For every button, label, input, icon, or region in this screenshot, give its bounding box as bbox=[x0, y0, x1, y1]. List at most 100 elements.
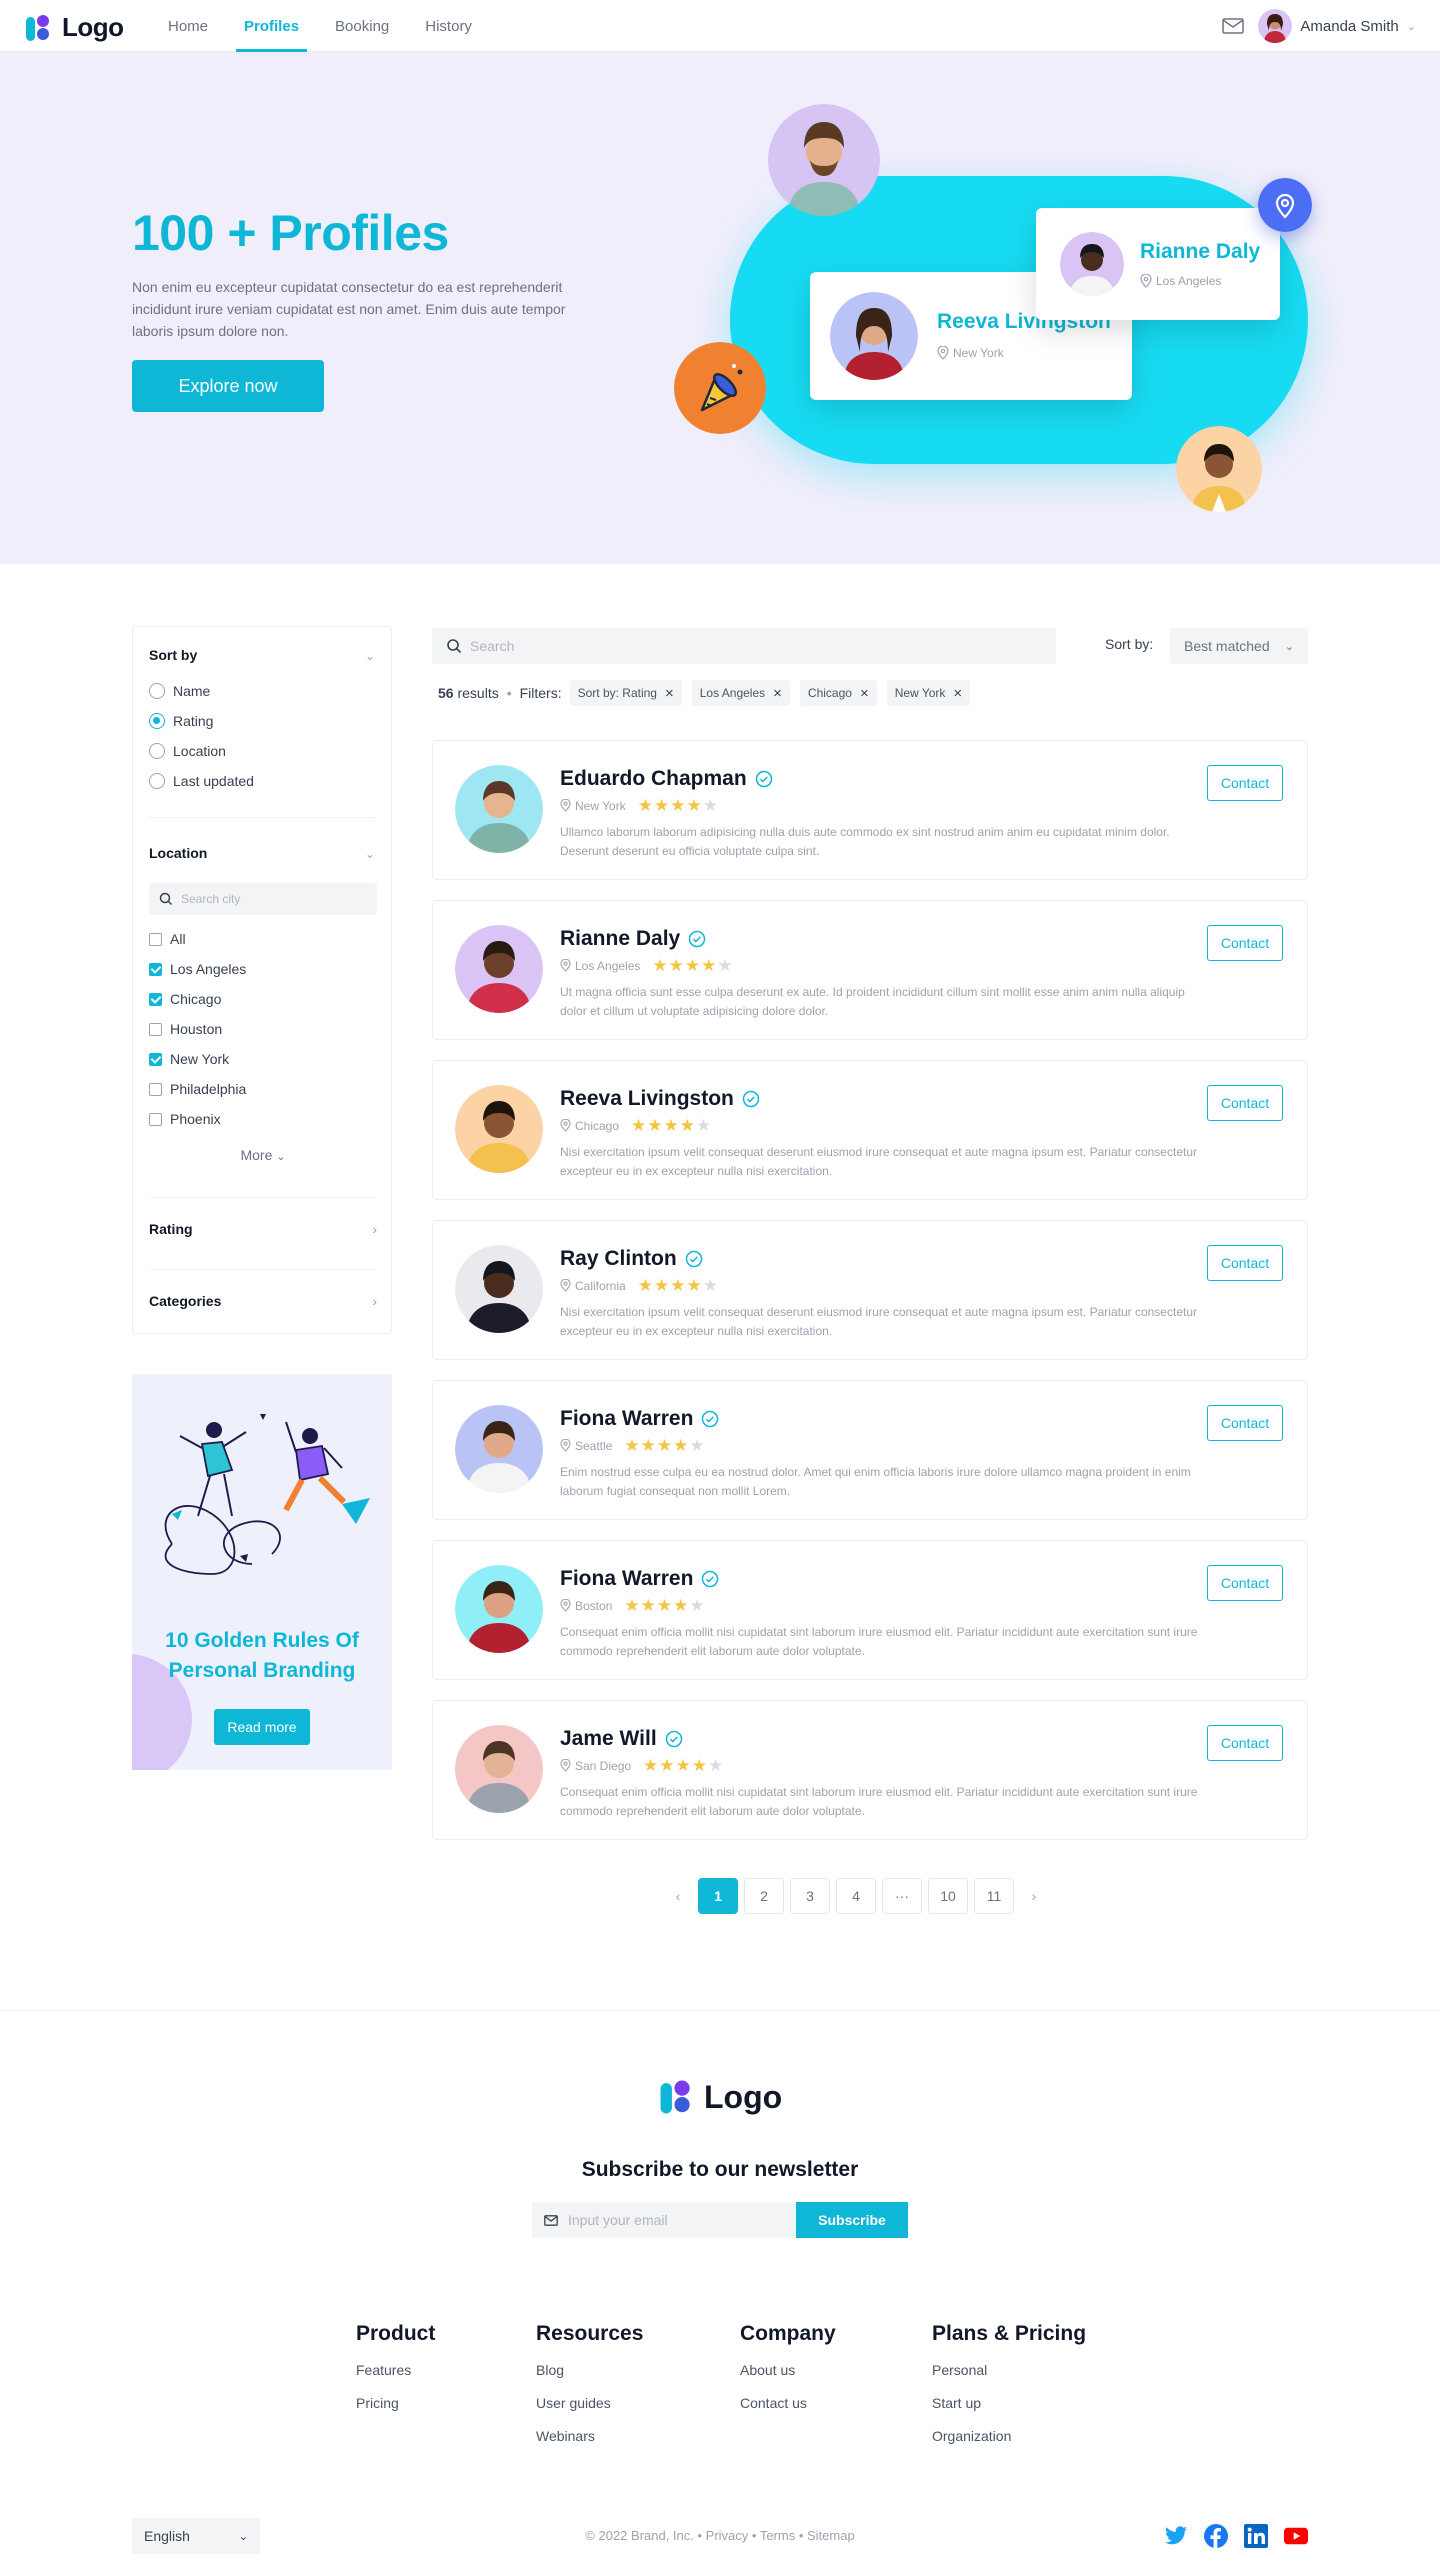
city-option[interactable]: New York bbox=[149, 1051, 229, 1067]
city-option[interactable]: Philadelphia bbox=[149, 1081, 246, 1097]
city-search-input[interactable]: Search city bbox=[149, 883, 377, 915]
checkbox[interactable] bbox=[149, 962, 162, 976]
contact-button[interactable]: Contact bbox=[1207, 765, 1283, 801]
checkbox[interactable] bbox=[149, 992, 162, 1006]
hero-card-name: Rianne Daly bbox=[1140, 240, 1261, 263]
nav-home[interactable]: Home bbox=[160, 0, 216, 52]
profile-card[interactable]: Reeva Livingston Chicago ★ ★ ★ ★ ★ Nisi exercit… bbox=[432, 1060, 1308, 1200]
profile-name[interactable]: Fiona Warren bbox=[560, 1567, 693, 1591]
star-icon: ★ bbox=[668, 956, 684, 975]
page-button[interactable]: 1 bbox=[698, 1878, 738, 1914]
footer-link[interactable]: Contact us bbox=[740, 2395, 836, 2411]
city-option[interactable]: Chicago bbox=[149, 991, 221, 1007]
profile-name[interactable]: Jame Will bbox=[560, 1727, 657, 1751]
categories-section-toggle[interactable]: Categories › bbox=[133, 1293, 393, 1317]
page-button[interactable]: 11 bbox=[974, 1878, 1014, 1914]
radio-button[interactable] bbox=[149, 743, 165, 759]
contact-button[interactable]: Contact bbox=[1207, 1085, 1283, 1121]
profile-location: Chicago bbox=[560, 1119, 619, 1133]
rating-section-toggle[interactable]: Rating › bbox=[133, 1221, 393, 1245]
nav-booking[interactable]: Booking bbox=[327, 0, 397, 52]
profile-search-input[interactable]: Search bbox=[432, 628, 1056, 664]
checkbox[interactable] bbox=[149, 1052, 162, 1066]
profile-name[interactable]: Rianne Daly bbox=[560, 927, 680, 951]
footer-link[interactable]: Personal bbox=[932, 2362, 1086, 2378]
city-option[interactable]: Phoenix bbox=[149, 1111, 221, 1127]
close-icon[interactable]: × bbox=[860, 685, 869, 702]
page-button[interactable]: 2 bbox=[744, 1878, 784, 1914]
checkbox[interactable] bbox=[149, 1022, 162, 1036]
profile-name[interactable]: Reeva Livingston bbox=[560, 1087, 734, 1111]
facebook-icon[interactable] bbox=[1204, 2524, 1228, 2548]
linkedin-icon[interactable] bbox=[1244, 2524, 1268, 2548]
explore-button[interactable]: Explore now bbox=[132, 360, 324, 412]
city-option[interactable]: All bbox=[149, 931, 186, 947]
profile-card[interactable]: Rianne Daly Los Angeles ★ ★ ★ ★ ★ Ut magna offi… bbox=[432, 900, 1308, 1040]
footer-link[interactable]: Organization bbox=[932, 2428, 1086, 2444]
more-label: More bbox=[240, 1147, 273, 1163]
city-option[interactable]: Houston bbox=[149, 1021, 222, 1037]
promo-banner: 10 Golden Rules Of Personal Branding Rea… bbox=[132, 1374, 392, 1770]
page-button[interactable]: 4 bbox=[836, 1878, 876, 1914]
close-icon[interactable]: × bbox=[953, 685, 962, 702]
footer-link[interactable]: Webinars bbox=[536, 2428, 643, 2444]
read-more-button[interactable]: Read more bbox=[214, 1709, 310, 1745]
close-icon[interactable]: × bbox=[665, 685, 674, 702]
verified-icon bbox=[688, 930, 706, 948]
newsletter-email-input[interactable]: Input your email bbox=[532, 2202, 796, 2238]
nav-profiles[interactable]: Profiles bbox=[236, 0, 308, 52]
footer-link[interactable]: Features bbox=[356, 2362, 435, 2378]
sort-option[interactable]: Location bbox=[149, 743, 226, 759]
promo-title-line2: Personal Branding bbox=[168, 1659, 356, 1682]
twitter-icon[interactable] bbox=[1164, 2524, 1188, 2548]
radio-button[interactable] bbox=[149, 713, 165, 729]
profile-name[interactable]: Ray Clinton bbox=[560, 1247, 677, 1271]
checkbox[interactable] bbox=[149, 1112, 162, 1126]
subscribe-button[interactable]: Subscribe bbox=[796, 2202, 908, 2238]
checkbox[interactable] bbox=[149, 932, 162, 946]
contact-button[interactable]: Contact bbox=[1207, 1245, 1283, 1281]
profile-card[interactable]: Fiona Warren Seattle ★ ★ ★ ★ ★ Enim nostrud ess… bbox=[432, 1380, 1308, 1520]
footer-link[interactable]: About us bbox=[740, 2362, 836, 2378]
nav-history[interactable]: History bbox=[417, 0, 480, 52]
user-menu[interactable]: Amanda Smith ⌄ bbox=[1258, 9, 1416, 43]
city-option[interactable]: Los Angeles bbox=[149, 961, 246, 977]
chevron-right-icon[interactable]: › bbox=[1020, 1878, 1048, 1914]
chevron-down-icon[interactable]: ⌄ bbox=[365, 847, 375, 861]
footer-logo[interactable]: Logo bbox=[658, 2078, 782, 2116]
sort-option[interactable]: Name bbox=[149, 683, 210, 699]
radio-button[interactable] bbox=[149, 683, 165, 699]
profile-name-row: Reeva Livingston bbox=[560, 1087, 760, 1111]
youtube-icon[interactable] bbox=[1284, 2524, 1308, 2548]
close-icon[interactable]: × bbox=[773, 685, 782, 702]
sort-option[interactable]: Last updated bbox=[149, 773, 254, 789]
footer-link[interactable]: User guides bbox=[536, 2395, 643, 2411]
sort-option[interactable]: Rating bbox=[149, 713, 213, 729]
city-option-label: Phoenix bbox=[170, 1111, 221, 1127]
contact-button[interactable]: Contact bbox=[1207, 925, 1283, 961]
sort-select[interactable]: Best matched ⌄ bbox=[1170, 628, 1308, 664]
profile-name[interactable]: Fiona Warren bbox=[560, 1407, 693, 1431]
footer-link[interactable]: Pricing bbox=[356, 2395, 435, 2411]
more-button[interactable]: More ⌄ bbox=[133, 1147, 393, 1163]
footer-link[interactable]: Start up bbox=[932, 2395, 1086, 2411]
profile-card[interactable]: Eduardo Chapman New York ★ ★ ★ ★ ★ Ullamco labo… bbox=[432, 740, 1308, 880]
logo[interactable]: Logo bbox=[24, 12, 124, 43]
radio-button[interactable] bbox=[149, 773, 165, 789]
checkbox[interactable] bbox=[149, 1082, 162, 1096]
profile-card[interactable]: Jame Will San Diego ★ ★ ★ ★ ★ Consequat enim of… bbox=[432, 1700, 1308, 1840]
profile-name[interactable]: Eduardo Chapman bbox=[560, 767, 747, 791]
chevron-left-icon[interactable]: ‹ bbox=[664, 1878, 692, 1914]
sort-select-value: Best matched bbox=[1184, 638, 1270, 654]
page-button[interactable]: 10 bbox=[928, 1878, 968, 1914]
page-button[interactable]: 3 bbox=[790, 1878, 830, 1914]
page-button[interactable]: ··· bbox=[882, 1878, 922, 1914]
mail-icon[interactable] bbox=[1222, 18, 1245, 34]
footer-link[interactable]: Blog bbox=[536, 2362, 643, 2378]
profile-card[interactable]: Ray Clinton California ★ ★ ★ ★ ★ Nisi exercitat… bbox=[432, 1220, 1308, 1360]
contact-button[interactable]: Contact bbox=[1207, 1405, 1283, 1441]
chevron-down-icon[interactable]: ⌄ bbox=[365, 649, 375, 663]
contact-button[interactable]: Contact bbox=[1207, 1565, 1283, 1601]
contact-button[interactable]: Contact bbox=[1207, 1725, 1283, 1761]
profile-card[interactable]: Fiona Warren Boston ★ ★ ★ ★ ★ Consequat enim of… bbox=[432, 1540, 1308, 1680]
